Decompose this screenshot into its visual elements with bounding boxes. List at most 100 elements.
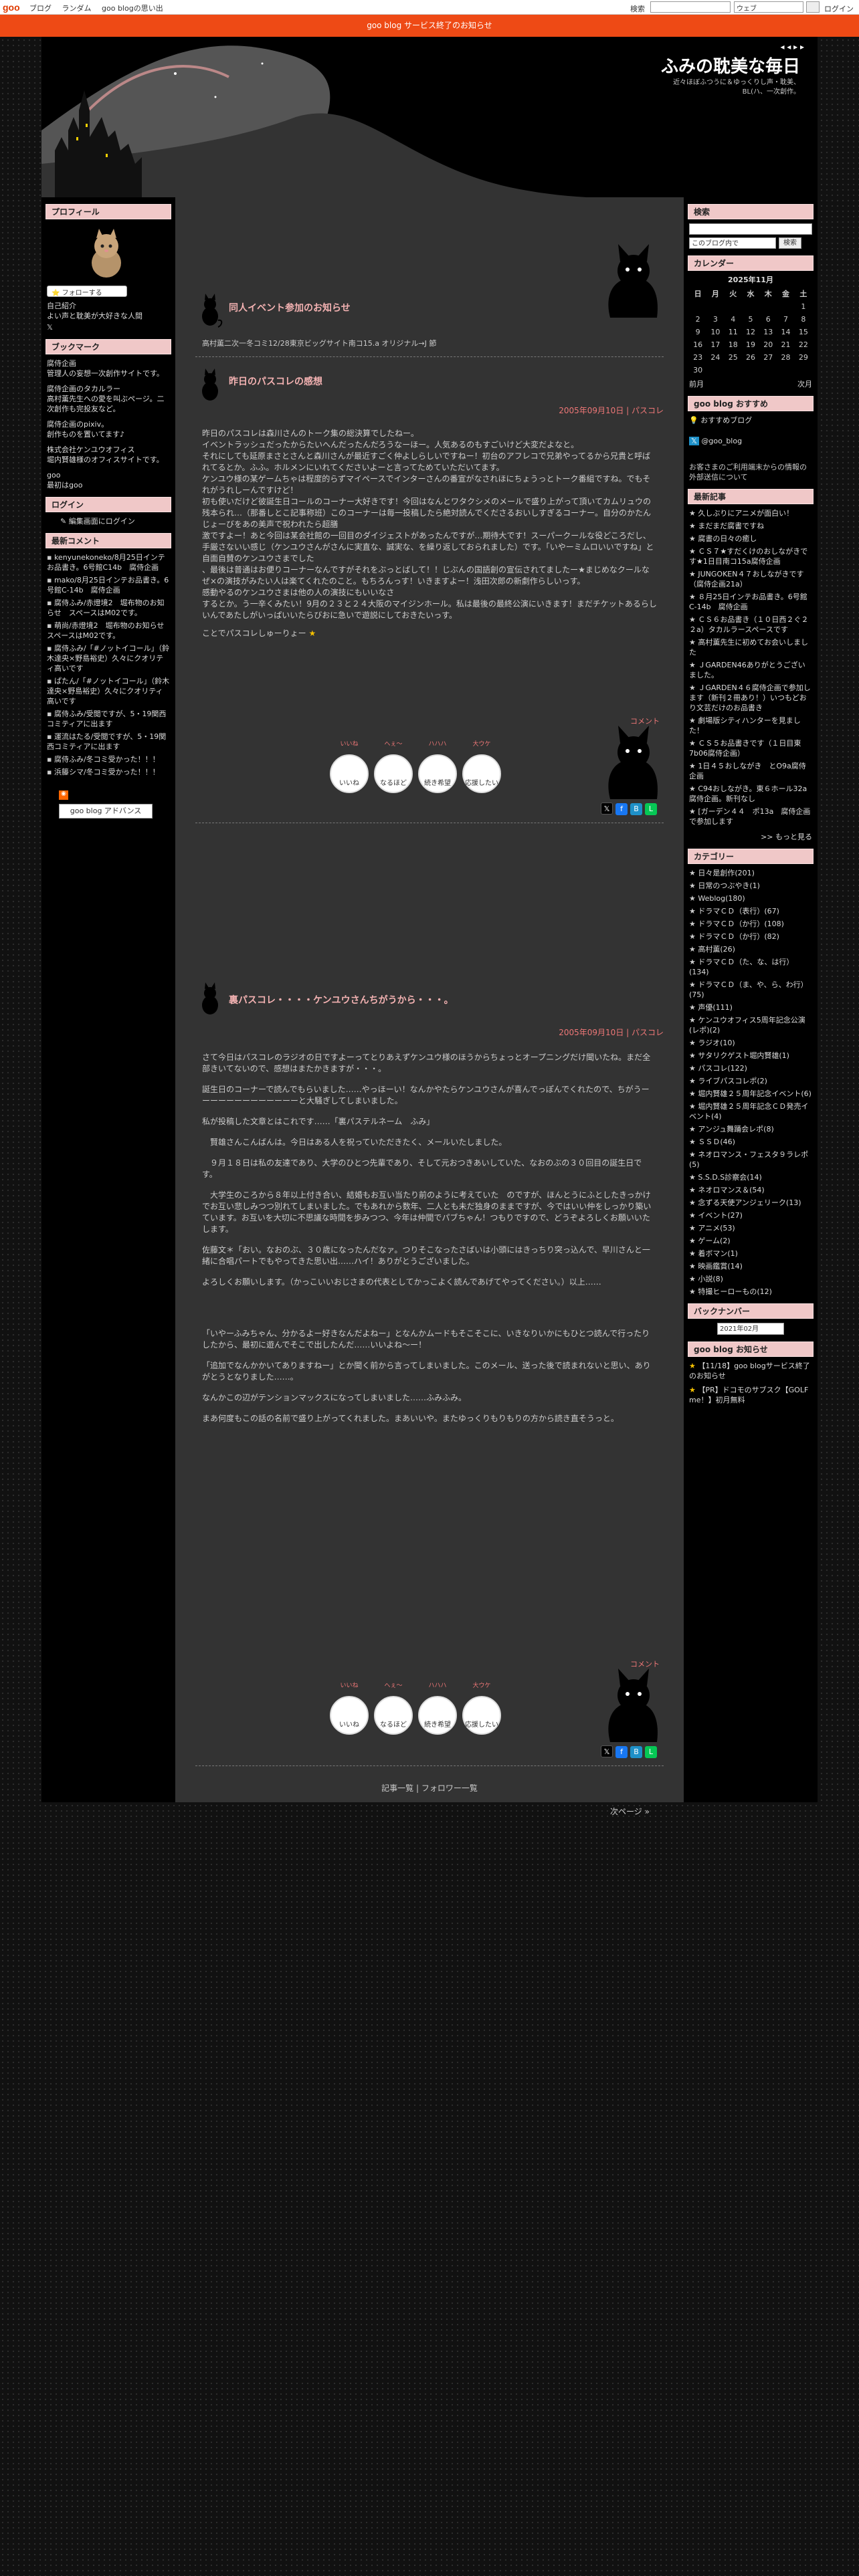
category-link[interactable]: 映画鑑賞(14) xyxy=(689,1261,812,1271)
post2-meta[interactable]: 2005年09月10日 | パスコレ xyxy=(195,1027,664,1038)
reaction-like-button[interactable]: いいね いいね xyxy=(329,1681,369,1735)
x-share-icon[interactable]: 𝕏 xyxy=(601,1745,613,1757)
comment-item[interactable]: ぱたん/「#ノットイコール」（鈴木達央×野島裕史）久々にクオリティ高いです xyxy=(47,676,170,706)
hatena-share-icon[interactable]: B xyxy=(630,1746,642,1758)
bookmark-link[interactable]: 腐侍企画のpixiv。 xyxy=(47,419,170,429)
bookmark-link[interactable]: 腐侍企画 xyxy=(47,358,170,368)
post1-comment-link[interactable]: コメント xyxy=(630,716,660,726)
reaction-like-button[interactable]: いいね いいね xyxy=(329,739,369,793)
recent-post-link[interactable]: ＪGARDEN４６腐侍企画で参加します（新刊２冊あり！）いつもどおり文芸だけのお… xyxy=(689,683,812,713)
category-link[interactable]: 声優(111) xyxy=(689,1002,812,1012)
top-search-select[interactable]: ウェブ xyxy=(734,1,803,13)
facebook-share-icon[interactable]: f xyxy=(615,803,628,815)
category-link[interactable]: 念ずる天使アンジェリーク(13) xyxy=(689,1198,812,1208)
blog-title[interactable]: ふみの耽美な毎日 xyxy=(661,53,800,78)
category-link[interactable]: ラジオ(10) xyxy=(689,1038,812,1048)
recommend-blog-link[interactable]: 💡 おすすめブログ xyxy=(689,415,812,425)
category-link[interactable]: 堀内賢雄２５周年記念ＣＤ発売イベント(4) xyxy=(689,1101,812,1121)
comment-item[interactable]: 腐侍ふみ/受閲ですが、5・19関西コミティアに出ます xyxy=(47,709,170,729)
reaction-support-button[interactable]: 大ウケ 応援したい xyxy=(462,739,502,793)
goo-blog-x-link[interactable]: 𝕏 @goo_blog xyxy=(689,436,812,446)
goo-logo[interactable]: goo xyxy=(3,2,20,13)
top-link-memories[interactable]: goo blogの思い出 xyxy=(102,4,163,13)
blog-search-scope-select[interactable]: このブログ内で xyxy=(689,237,776,249)
recent-post-link[interactable]: JUNGOKEN４７おしながきです（腐侍企画21a） xyxy=(689,569,812,589)
bookmark-link[interactable]: goo xyxy=(47,470,170,480)
category-link[interactable]: ドラマＣＤ（か行）(108) xyxy=(689,919,812,929)
recent-post-link[interactable]: 久しぶりにアニメが面白い！ xyxy=(689,508,812,518)
top-login-link[interactable]: ログイン xyxy=(824,3,854,14)
top-link-random[interactable]: ランダム xyxy=(62,4,92,13)
blog-search-button[interactable]: 検索 xyxy=(779,237,801,249)
comment-item[interactable]: 腐侍ふみ/「#ノットイコール」（鈴木達央×野島裕史）久々にクオリティ高いです xyxy=(47,643,170,673)
recent-post-link[interactable]: 腐書の日々の癒し xyxy=(689,534,812,544)
login-link[interactable]: ✎ 編集画面にログイン xyxy=(60,516,170,526)
category-link[interactable]: ドラマＣＤ（ま、や、ら、わ行）(75) xyxy=(689,980,812,1000)
category-link[interactable]: パスコレ(122) xyxy=(689,1063,812,1073)
recent-post-link[interactable]: ８月25日インテお品書き。6号館C-14b 腐侍企画 xyxy=(689,592,812,612)
goo-notice-item[interactable]: ★ 【PR】ドコモのサブスク【GOLF me！】初月無料 xyxy=(689,1385,812,1405)
backnumber-select[interactable]: 2021年02月 xyxy=(717,1323,784,1335)
recent-post-link[interactable]: まだまだ腐書ですね xyxy=(689,521,812,531)
top-link-blog[interactable]: ブログ xyxy=(29,4,52,13)
comment-item[interactable]: 腐侍ふみ/冬コミ受かった！！！ xyxy=(47,754,170,764)
line-share-icon[interactable]: L xyxy=(645,1746,657,1758)
reaction-support-button[interactable]: 大ウケ 応援したい xyxy=(462,1681,502,1735)
recent-post-link[interactable]: ＪGARDEN46ありがとうございました。 xyxy=(689,660,812,680)
comment-item[interactable]: kenyunekoneko/8月25日インテお品書き。6号館C14b 腐侍企画 xyxy=(47,552,170,572)
follow-button[interactable]: ⭐ フォローする xyxy=(47,286,127,297)
reaction-more-button[interactable]: ハハハ 続き希望 xyxy=(417,1681,458,1735)
list-links[interactable]: 記事一覧 | フォロワー一覧 xyxy=(195,1782,664,1794)
category-link[interactable]: アンジュ舞踊会レポ(8) xyxy=(689,1124,812,1134)
category-link[interactable]: 日常のつぶやき(1) xyxy=(689,881,812,891)
next-page-link[interactable]: 次ページ » xyxy=(610,1806,650,1817)
profile-link-about[interactable]: 自己紹介 xyxy=(47,301,170,311)
comment-item[interactable]: 腐侍ふみ/赤燈境2 堀布物のお知らせ スペースはM02です。 xyxy=(47,598,170,618)
category-link[interactable]: ＳＳＤ(46) xyxy=(689,1137,812,1147)
goo-blog-advance-banner[interactable]: goo blog アドバンス xyxy=(59,804,153,819)
comment-item[interactable]: 萌尚/赤燈境2 堀布物のお知らせ スペースはM02です。 xyxy=(47,621,171,641)
category-link[interactable]: サタリクゲスト堀内賢雄(1) xyxy=(689,1051,812,1061)
category-link[interactable]: ドラマＣＤ（た、な、は行）(134) xyxy=(689,957,812,977)
post2-comment-link[interactable]: コメント xyxy=(630,1658,660,1669)
goo-notice-item[interactable]: ★ 【11/18】goo blogサービス終了のお知らせ xyxy=(689,1361,812,1381)
category-link[interactable]: 着ボマン(1) xyxy=(689,1249,812,1259)
category-link[interactable]: ケンユウオフィス5周年記念公演(レポ)(2) xyxy=(689,1015,812,1035)
recent-post-link[interactable]: ＣＳ７★すだくけのおしながきです★1日目南コ15a腐侍企画 xyxy=(689,546,812,566)
x-icon[interactable]: 𝕏 xyxy=(47,322,170,332)
service-end-notice-link[interactable]: goo blog サービス終了のお知らせ xyxy=(367,21,492,30)
recent-post-link[interactable]: ＣＳ５お品書きです（１日目東7b06腐侍企画） xyxy=(689,738,812,758)
reaction-more-button[interactable]: ハハハ 続き希望 xyxy=(417,739,458,793)
recent-post-link[interactable]: ＣＳ６お品書き（１０日西２ぐ２２a）タカルラースペースです xyxy=(689,615,812,635)
category-link[interactable]: Weblog(180) xyxy=(689,893,812,903)
category-link[interactable]: ネオロマンス・フェスタ９ラレポ(5) xyxy=(689,1150,812,1170)
comment-item[interactable]: 運流はたる/受閲ですが、5・19関西コミティアに出ます xyxy=(47,732,170,752)
post1-title[interactable]: 昨日のパスコレの感想 xyxy=(229,374,322,388)
facebook-share-icon[interactable]: f xyxy=(615,1746,628,1758)
header-nav-arrows[interactable]: ◂ ◂ ▸ ▸ xyxy=(780,42,804,51)
bookmark-link[interactable]: 株式会社ケンユウオフィス xyxy=(47,445,170,455)
comment-item[interactable]: mako/8月25日インテお品書き。6号館C-14b 腐侍企画 xyxy=(47,575,170,595)
recent-post-link[interactable]: C94おしながき。東６ホール32a腐侍企画。新刊なし xyxy=(689,784,812,804)
recent-post-link[interactable]: [ガーデン４４ ポ13a 腐侍企画で参加します xyxy=(689,807,812,827)
category-link[interactable]: S.S.D.S診察会(14) xyxy=(689,1172,812,1182)
external-transmission-notice[interactable]: お客さまのご利用端末からの情報の外部送信について xyxy=(689,462,812,482)
line-share-icon[interactable]: L xyxy=(645,803,657,815)
category-link[interactable]: ドラマＣＤ（表行）(67) xyxy=(689,906,812,916)
rss-icon[interactable]: ◉ xyxy=(59,790,68,800)
recent-post-link[interactable]: 1日４５おしながき とO9a腐侍企画 xyxy=(689,761,812,781)
blog-search-input[interactable] xyxy=(689,223,812,235)
category-link[interactable]: アニメ(53) xyxy=(689,1223,812,1233)
recent-more-link[interactable]: >> もっと見る xyxy=(689,832,812,842)
reaction-indeed-button[interactable]: へぇ～ なるほど xyxy=(373,739,413,793)
calendar-next-link[interactable]: 次月 xyxy=(797,379,812,389)
bookmark-link[interactable]: 腐侍企画のタカルラー xyxy=(47,384,170,394)
comment-item[interactable]: 浜籐シマ/冬コミ受かった！！！ xyxy=(47,767,170,777)
category-link[interactable]: 高村薫(26) xyxy=(689,944,812,954)
post1-meta[interactable]: 2005年09月10日 | パスコレ xyxy=(195,405,664,416)
category-link[interactable]: ネオロマンス＆(54) xyxy=(689,1185,812,1195)
calendar-prev-link[interactable]: 前月 xyxy=(689,379,704,389)
top-search-input[interactable] xyxy=(650,1,731,13)
category-link[interactable]: 特撮ヒーローもの(12) xyxy=(689,1287,812,1297)
reaction-indeed-button[interactable]: へぇ～ なるほど xyxy=(373,1681,413,1735)
